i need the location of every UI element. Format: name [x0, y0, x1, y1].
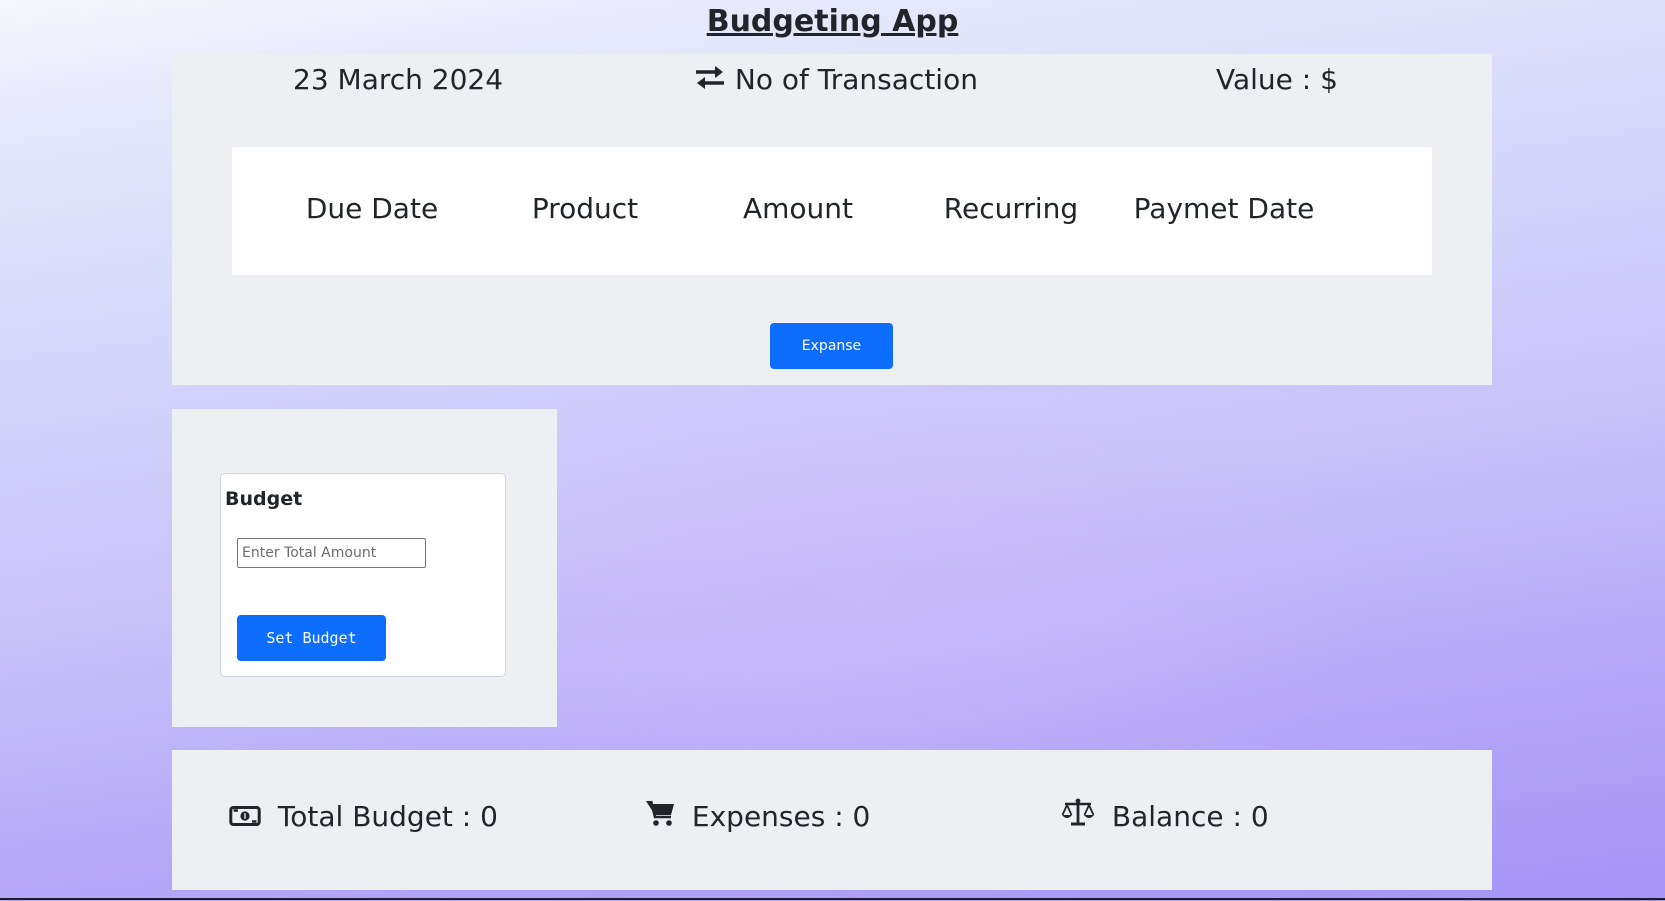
current-date: 23 March 2024: [293, 63, 504, 96]
shopping-cart-icon: [645, 796, 675, 840]
column-header-payment-date: Paymet Date: [1133, 192, 1315, 225]
exchange-arrows-icon: [694, 59, 726, 103]
bottom-divider: [0, 898, 1665, 900]
money-bill-icon: [229, 796, 261, 840]
budget-label: Budget: [225, 488, 303, 510]
transactions-table-header: Due Date Product Amount Recurring Paymet…: [232, 147, 1432, 275]
column-header-recurring: Recurring: [943, 192, 1079, 225]
expanse-button[interactable]: Expanse: [770, 323, 893, 369]
transaction-count-label: No of Transaction: [734, 63, 978, 96]
transaction-value: Value : $: [1216, 63, 1338, 96]
expenses-summary: Expenses : 0: [645, 795, 870, 840]
total-budget-summary: Total Budget : 0: [229, 795, 498, 840]
column-header-due-date: Due Date: [305, 192, 439, 225]
balance-label: Balance : 0: [1111, 800, 1269, 833]
expenses-label: Expenses : 0: [691, 800, 871, 833]
budget-form: Budget Set Budget: [220, 473, 506, 677]
total-amount-input[interactable]: [237, 538, 426, 568]
balance-summary: Balance : 0: [1061, 795, 1269, 840]
transaction-count: No of Transaction: [694, 58, 978, 103]
balance-scale-icon: [1061, 796, 1095, 840]
summary-panel: Total Budget : 0 Expenses : 0 Balance: …: [172, 750, 1492, 890]
total-budget-label: Total Budget : 0: [277, 800, 498, 833]
column-header-amount: Amount: [742, 192, 854, 225]
set-budget-button[interactable]: Set Budget: [237, 615, 386, 661]
transactions-panel: 23 March 2024 No of Transaction Value : …: [172, 54, 1492, 385]
budget-panel: Budget Set Budget: [172, 409, 557, 727]
page-title: Budgeting App: [706, 4, 959, 39]
column-header-product: Product: [531, 192, 639, 225]
